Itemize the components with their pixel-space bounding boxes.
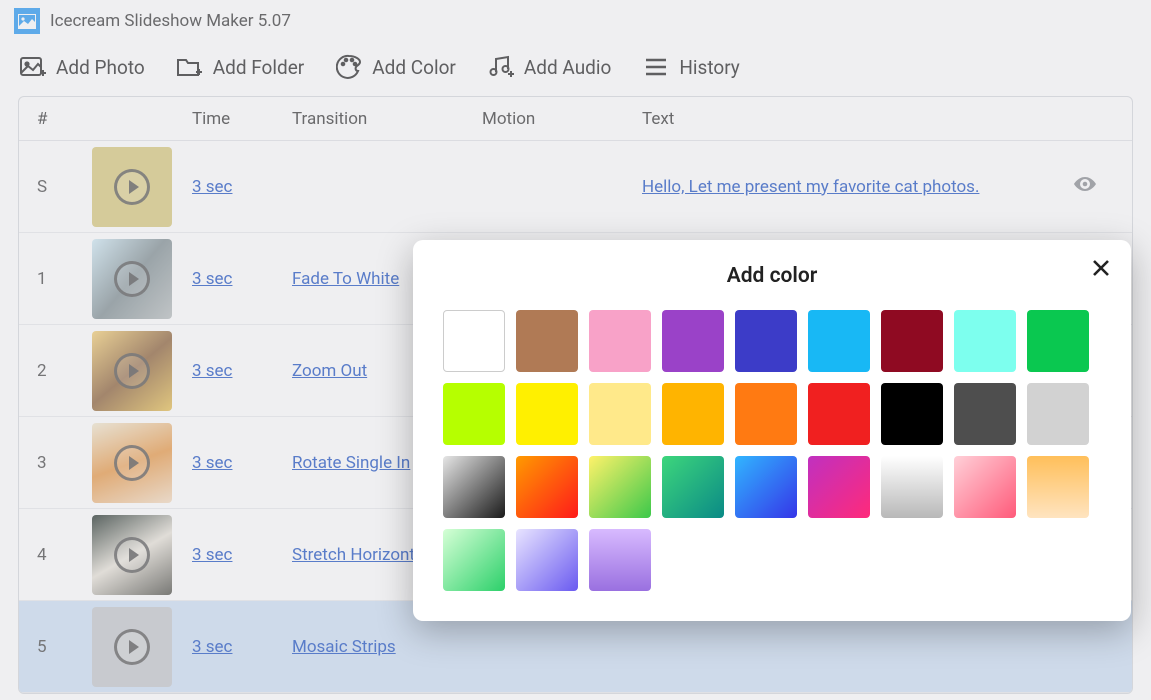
color-swatch-pink[interactable] bbox=[589, 310, 651, 372]
slide-thumbnail[interactable] bbox=[92, 239, 172, 319]
col-time: Time bbox=[192, 109, 292, 129]
color-swatch-orange[interactable] bbox=[735, 383, 797, 445]
color-swatch-grad-forest[interactable] bbox=[662, 456, 724, 518]
transition-link[interactable]: Zoom Out bbox=[292, 361, 367, 381]
slide-thumbnail[interactable] bbox=[92, 607, 172, 687]
color-swatch-grad-citrus[interactable] bbox=[589, 456, 651, 518]
app-icon bbox=[14, 8, 40, 34]
color-swatch-cream[interactable] bbox=[589, 383, 651, 445]
color-swatch-grad-lavender[interactable] bbox=[516, 529, 578, 591]
color-swatch-purple[interactable] bbox=[662, 310, 724, 372]
color-swatch-red[interactable] bbox=[808, 383, 870, 445]
time-link[interactable]: 3 sec bbox=[192, 637, 232, 657]
color-swatch-yellow[interactable] bbox=[516, 383, 578, 445]
color-swatch-indigo[interactable] bbox=[735, 310, 797, 372]
add-folder-label: Add Folder bbox=[213, 56, 305, 79]
add-color-modal: Add color bbox=[413, 240, 1131, 621]
slide-thumbnail[interactable] bbox=[92, 147, 172, 227]
play-icon bbox=[114, 629, 150, 665]
color-swatch-light-gray[interactable] bbox=[1027, 383, 1089, 445]
slide-thumbnail[interactable] bbox=[92, 515, 172, 595]
transition-link[interactable]: Stretch Horizontal bbox=[292, 545, 428, 565]
slide-thumbnail[interactable] bbox=[92, 423, 172, 503]
color-swatches bbox=[443, 310, 1101, 591]
folder-plus-icon bbox=[177, 54, 203, 80]
palette-icon bbox=[336, 54, 362, 80]
table-header: # Time Transition Motion Text bbox=[19, 97, 1132, 141]
menu-icon bbox=[643, 54, 669, 80]
play-icon bbox=[114, 445, 150, 481]
app-title: Icecream Slideshow Maker 5.07 bbox=[50, 11, 291, 31]
time-link[interactable]: 3 sec bbox=[192, 453, 232, 473]
add-audio-button[interactable]: Add Audio bbox=[488, 54, 611, 80]
color-swatch-grad-mint[interactable] bbox=[443, 529, 505, 591]
transition-link[interactable]: Rotate Single In bbox=[292, 453, 410, 473]
col-transition: Transition bbox=[292, 109, 482, 129]
color-swatch-grad-blush[interactable] bbox=[954, 456, 1016, 518]
color-swatch-brown[interactable] bbox=[516, 310, 578, 372]
color-swatch-grad-silver[interactable] bbox=[881, 456, 943, 518]
row-number: S bbox=[37, 177, 92, 197]
play-icon bbox=[114, 169, 150, 205]
transition-link[interactable]: Fade To White bbox=[292, 269, 399, 289]
row-number: 4 bbox=[37, 545, 92, 565]
color-swatch-grad-violet[interactable] bbox=[589, 529, 651, 591]
color-swatch-lime[interactable] bbox=[443, 383, 505, 445]
add-color-button[interactable]: Add Color bbox=[336, 54, 456, 80]
time-link[interactable]: 3 sec bbox=[192, 269, 232, 289]
color-swatch-white[interactable] bbox=[443, 310, 505, 372]
table-row[interactable]: S 3 sec Hello, Let me present my favorite … bbox=[19, 141, 1132, 233]
play-icon bbox=[114, 537, 150, 573]
col-text: Text bbox=[642, 109, 1072, 129]
add-color-label: Add Color bbox=[372, 56, 456, 79]
play-icon bbox=[114, 353, 150, 389]
row-number: 1 bbox=[37, 269, 92, 289]
music-plus-icon bbox=[488, 54, 514, 80]
color-swatch-grad-gray[interactable] bbox=[443, 456, 505, 518]
color-swatch-maroon[interactable] bbox=[881, 310, 943, 372]
color-swatch-black[interactable] bbox=[881, 383, 943, 445]
history-label: History bbox=[679, 56, 739, 79]
color-swatch-amber[interactable] bbox=[662, 383, 724, 445]
modal-title: Add color bbox=[443, 258, 1101, 310]
color-swatch-grad-magenta[interactable] bbox=[808, 456, 870, 518]
row-number: 5 bbox=[37, 637, 92, 657]
transition-link[interactable]: Mosaic Strips bbox=[292, 637, 396, 657]
color-swatch-dark-gray[interactable] bbox=[954, 383, 1016, 445]
time-link[interactable]: 3 sec bbox=[192, 177, 232, 197]
color-swatch-grad-fire[interactable] bbox=[516, 456, 578, 518]
add-photo-label: Add Photo bbox=[56, 56, 145, 79]
add-folder-button[interactable]: Add Folder bbox=[177, 54, 305, 80]
text-link[interactable]: Hello, Let me present my favorite cat ph… bbox=[642, 177, 979, 197]
color-swatch-aqua[interactable] bbox=[954, 310, 1016, 372]
row-number: 2 bbox=[37, 361, 92, 381]
col-num: # bbox=[37, 109, 92, 129]
color-swatch-grad-sunset[interactable] bbox=[1027, 456, 1089, 518]
slide-thumbnail[interactable] bbox=[92, 331, 172, 411]
add-photo-button[interactable]: Add Photo bbox=[20, 54, 145, 80]
history-button[interactable]: History bbox=[643, 54, 739, 80]
eye-icon[interactable] bbox=[1072, 179, 1098, 199]
col-motion: Motion bbox=[482, 109, 642, 129]
time-link[interactable]: 3 sec bbox=[192, 361, 232, 381]
time-link[interactable]: 3 sec bbox=[192, 545, 232, 565]
row-number: 3 bbox=[37, 453, 92, 473]
color-swatch-green[interactable] bbox=[1027, 310, 1089, 372]
play-icon bbox=[114, 261, 150, 297]
title-bar: Icecream Slideshow Maker 5.07 bbox=[0, 0, 1151, 38]
main-toolbar: Add Photo Add Folder Add Color Add Audio… bbox=[0, 38, 1151, 96]
close-button[interactable] bbox=[1087, 254, 1115, 282]
add-audio-label: Add Audio bbox=[524, 56, 611, 79]
photo-plus-icon bbox=[20, 54, 46, 80]
color-swatch-sky[interactable] bbox=[808, 310, 870, 372]
color-swatch-grad-ocean[interactable] bbox=[735, 456, 797, 518]
